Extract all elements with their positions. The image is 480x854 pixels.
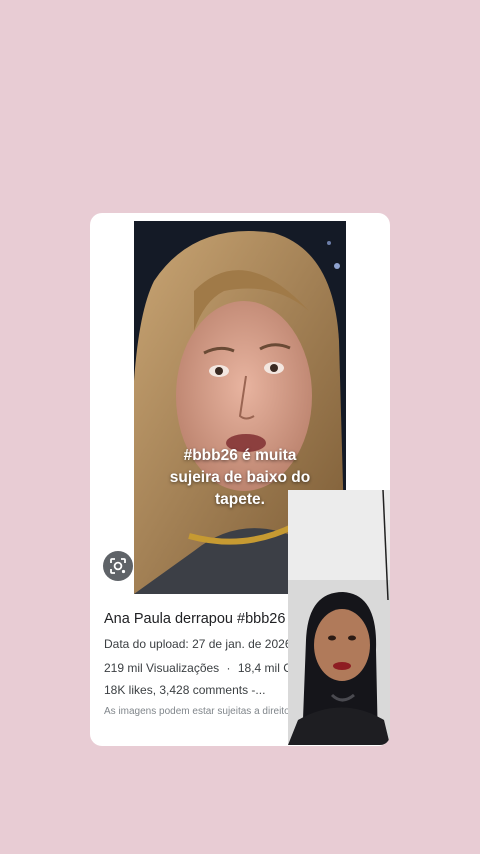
stats-separator: · [226, 661, 231, 675]
google-lens-icon [110, 558, 126, 574]
camera-person-illustration [288, 490, 390, 745]
views-count: 219 mil Visualizações [104, 661, 220, 675]
google-lens-button[interactable] [103, 551, 133, 581]
picture-in-picture-camera[interactable] [288, 490, 390, 745]
